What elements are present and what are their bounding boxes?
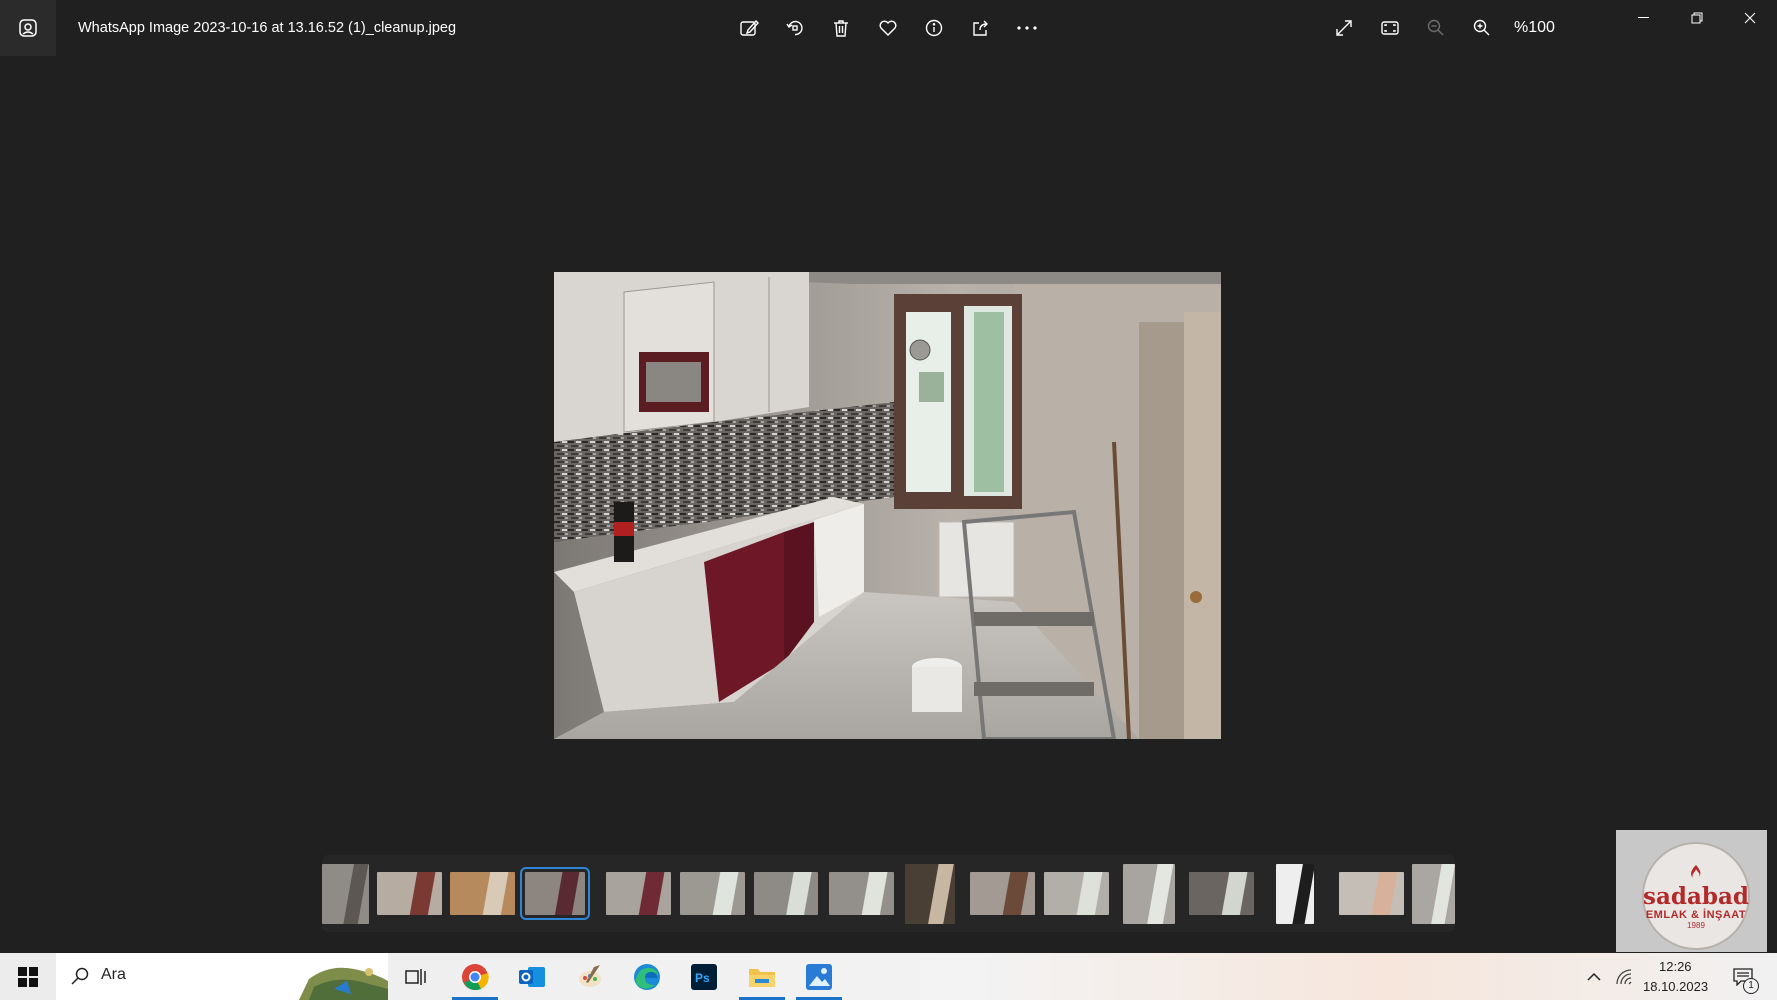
filmstrip-thumbnail-selected[interactable] [520,867,590,920]
title-bar: WhatsApp Image 2023-10-16 at 13.16.52 (1… [0,0,1777,56]
rotate-button[interactable] [779,12,811,44]
fullscreen-icon [1336,20,1352,36]
filmstrip-thumbnail[interactable] [1339,872,1404,915]
fullscreen-button[interactable] [1328,12,1360,44]
filmstrip-thumbnail[interactable] [1412,864,1455,924]
filmstrip-thumbnail[interactable] [322,864,369,924]
delete-button[interactable] [825,12,857,44]
photos-icon [806,963,832,990]
fit-to-window-button[interactable] [1374,12,1406,44]
search-highlight-image [299,967,388,1000]
filmstrip-thumbnail[interactable] [1044,872,1109,915]
taskbar: Ara Ps 12:26 18.10.2023 1 [0,953,1777,1000]
filmstrip-thumbnail[interactable] [680,872,745,915]
share-icon [973,20,988,36]
taskbar-paint[interactable] [565,953,615,1000]
kitchen-photo-image [554,272,1221,739]
favorite-icon [879,20,897,36]
start-button[interactable] [0,953,56,1000]
filmstrip-thumbnail[interactable] [905,864,955,924]
chrome-icon [462,963,489,990]
filmstrip-thumbnail[interactable] [606,872,671,915]
watermark-subtitle: EMLAK & İNŞAAT [1645,908,1747,921]
taskbar-outlook[interactable] [507,953,557,1000]
svg-text:Ps: Ps [695,971,710,985]
filmstrip-thumbnail[interactable] [1276,864,1314,924]
filmstrip-thumbnail[interactable] [377,872,442,915]
filmstrip-thumbnail[interactable] [1189,872,1254,915]
chevron-up-icon [1587,972,1601,981]
search-icon [71,967,89,985]
taskbar-photos[interactable] [794,953,844,1000]
taskbar-chrome[interactable] [450,953,500,1000]
more-icon [1017,26,1037,30]
info-button[interactable] [918,12,950,44]
minimize-button[interactable] [1617,0,1671,36]
filmstrip-thumbnail[interactable] [754,872,818,915]
watermark-logo: sadabad EMLAK & İNŞAAT 1989 [1642,842,1750,950]
filmstrip-thumbnail[interactable] [1123,864,1175,924]
edge-icon [634,963,660,990]
zoom-out-icon [1427,19,1444,36]
share-button[interactable] [964,12,996,44]
flame-logo-icon [1691,864,1701,878]
watermark-name: sadabad [1643,882,1749,910]
sadabad-watermark: sadabad EMLAK & İNŞAAT 1989 [1616,830,1767,952]
task-view-button[interactable] [391,953,441,1000]
filmstrip [322,855,1455,932]
clock-date[interactable]: 18.10.2023 [1643,979,1708,994]
delete-icon [834,20,848,37]
taskbar-photoshop[interactable]: Ps [679,953,729,1000]
fit-to-window-icon [1381,21,1399,35]
close-button[interactable] [1723,0,1777,36]
windows-logo-icon [18,966,38,987]
file-name-title: WhatsApp Image 2023-10-16 at 13.16.52 (1… [78,20,457,36]
outlook-icon [519,966,545,987]
close-icon [1744,12,1756,24]
favorite-button[interactable] [872,12,904,44]
photoshop-icon: Ps [691,963,717,990]
edit-image-icon [740,19,759,36]
zoom-out-button[interactable] [1420,12,1452,44]
photos-app-icon [19,19,37,37]
taskbar-search-box[interactable]: Ara [56,953,388,1000]
zoom-in-icon [1473,19,1490,36]
restore-icon [1691,12,1703,24]
taskbar-file-explorer[interactable] [737,953,787,1000]
zoom-level[interactable]: %100 [1514,19,1555,37]
restore-button[interactable] [1670,0,1724,36]
search-placeholder: Ara [101,966,126,983]
paint-icon [579,964,601,987]
taskbar-edge[interactable] [622,953,672,1000]
filmstrip-thumbnail[interactable] [970,872,1035,915]
show-hidden-icons-button[interactable] [1584,953,1604,1000]
info-icon [925,19,943,37]
edit-image-button[interactable] [733,12,765,44]
folder-icon [749,968,775,987]
task-view-icon [405,968,426,985]
network-button[interactable] [1612,953,1636,1000]
filmstrip-thumbnail[interactable] [450,872,515,915]
minimize-icon [1638,17,1649,18]
zoom-in-button[interactable] [1466,12,1498,44]
rotate-icon [786,20,803,36]
filmstrip-thumbnail[interactable] [829,872,894,915]
more-options-button[interactable] [1011,12,1043,44]
watermark-year: 1989 [1687,920,1705,930]
wifi-icon [1616,968,1632,984]
main-photo[interactable] [554,272,1221,739]
action-center-button[interactable]: 1 [1728,953,1759,1000]
photos-app-button[interactable] [0,0,56,56]
clock-time[interactable]: 12:26 [1659,959,1692,974]
notification-count-badge: 1 [1743,978,1759,994]
